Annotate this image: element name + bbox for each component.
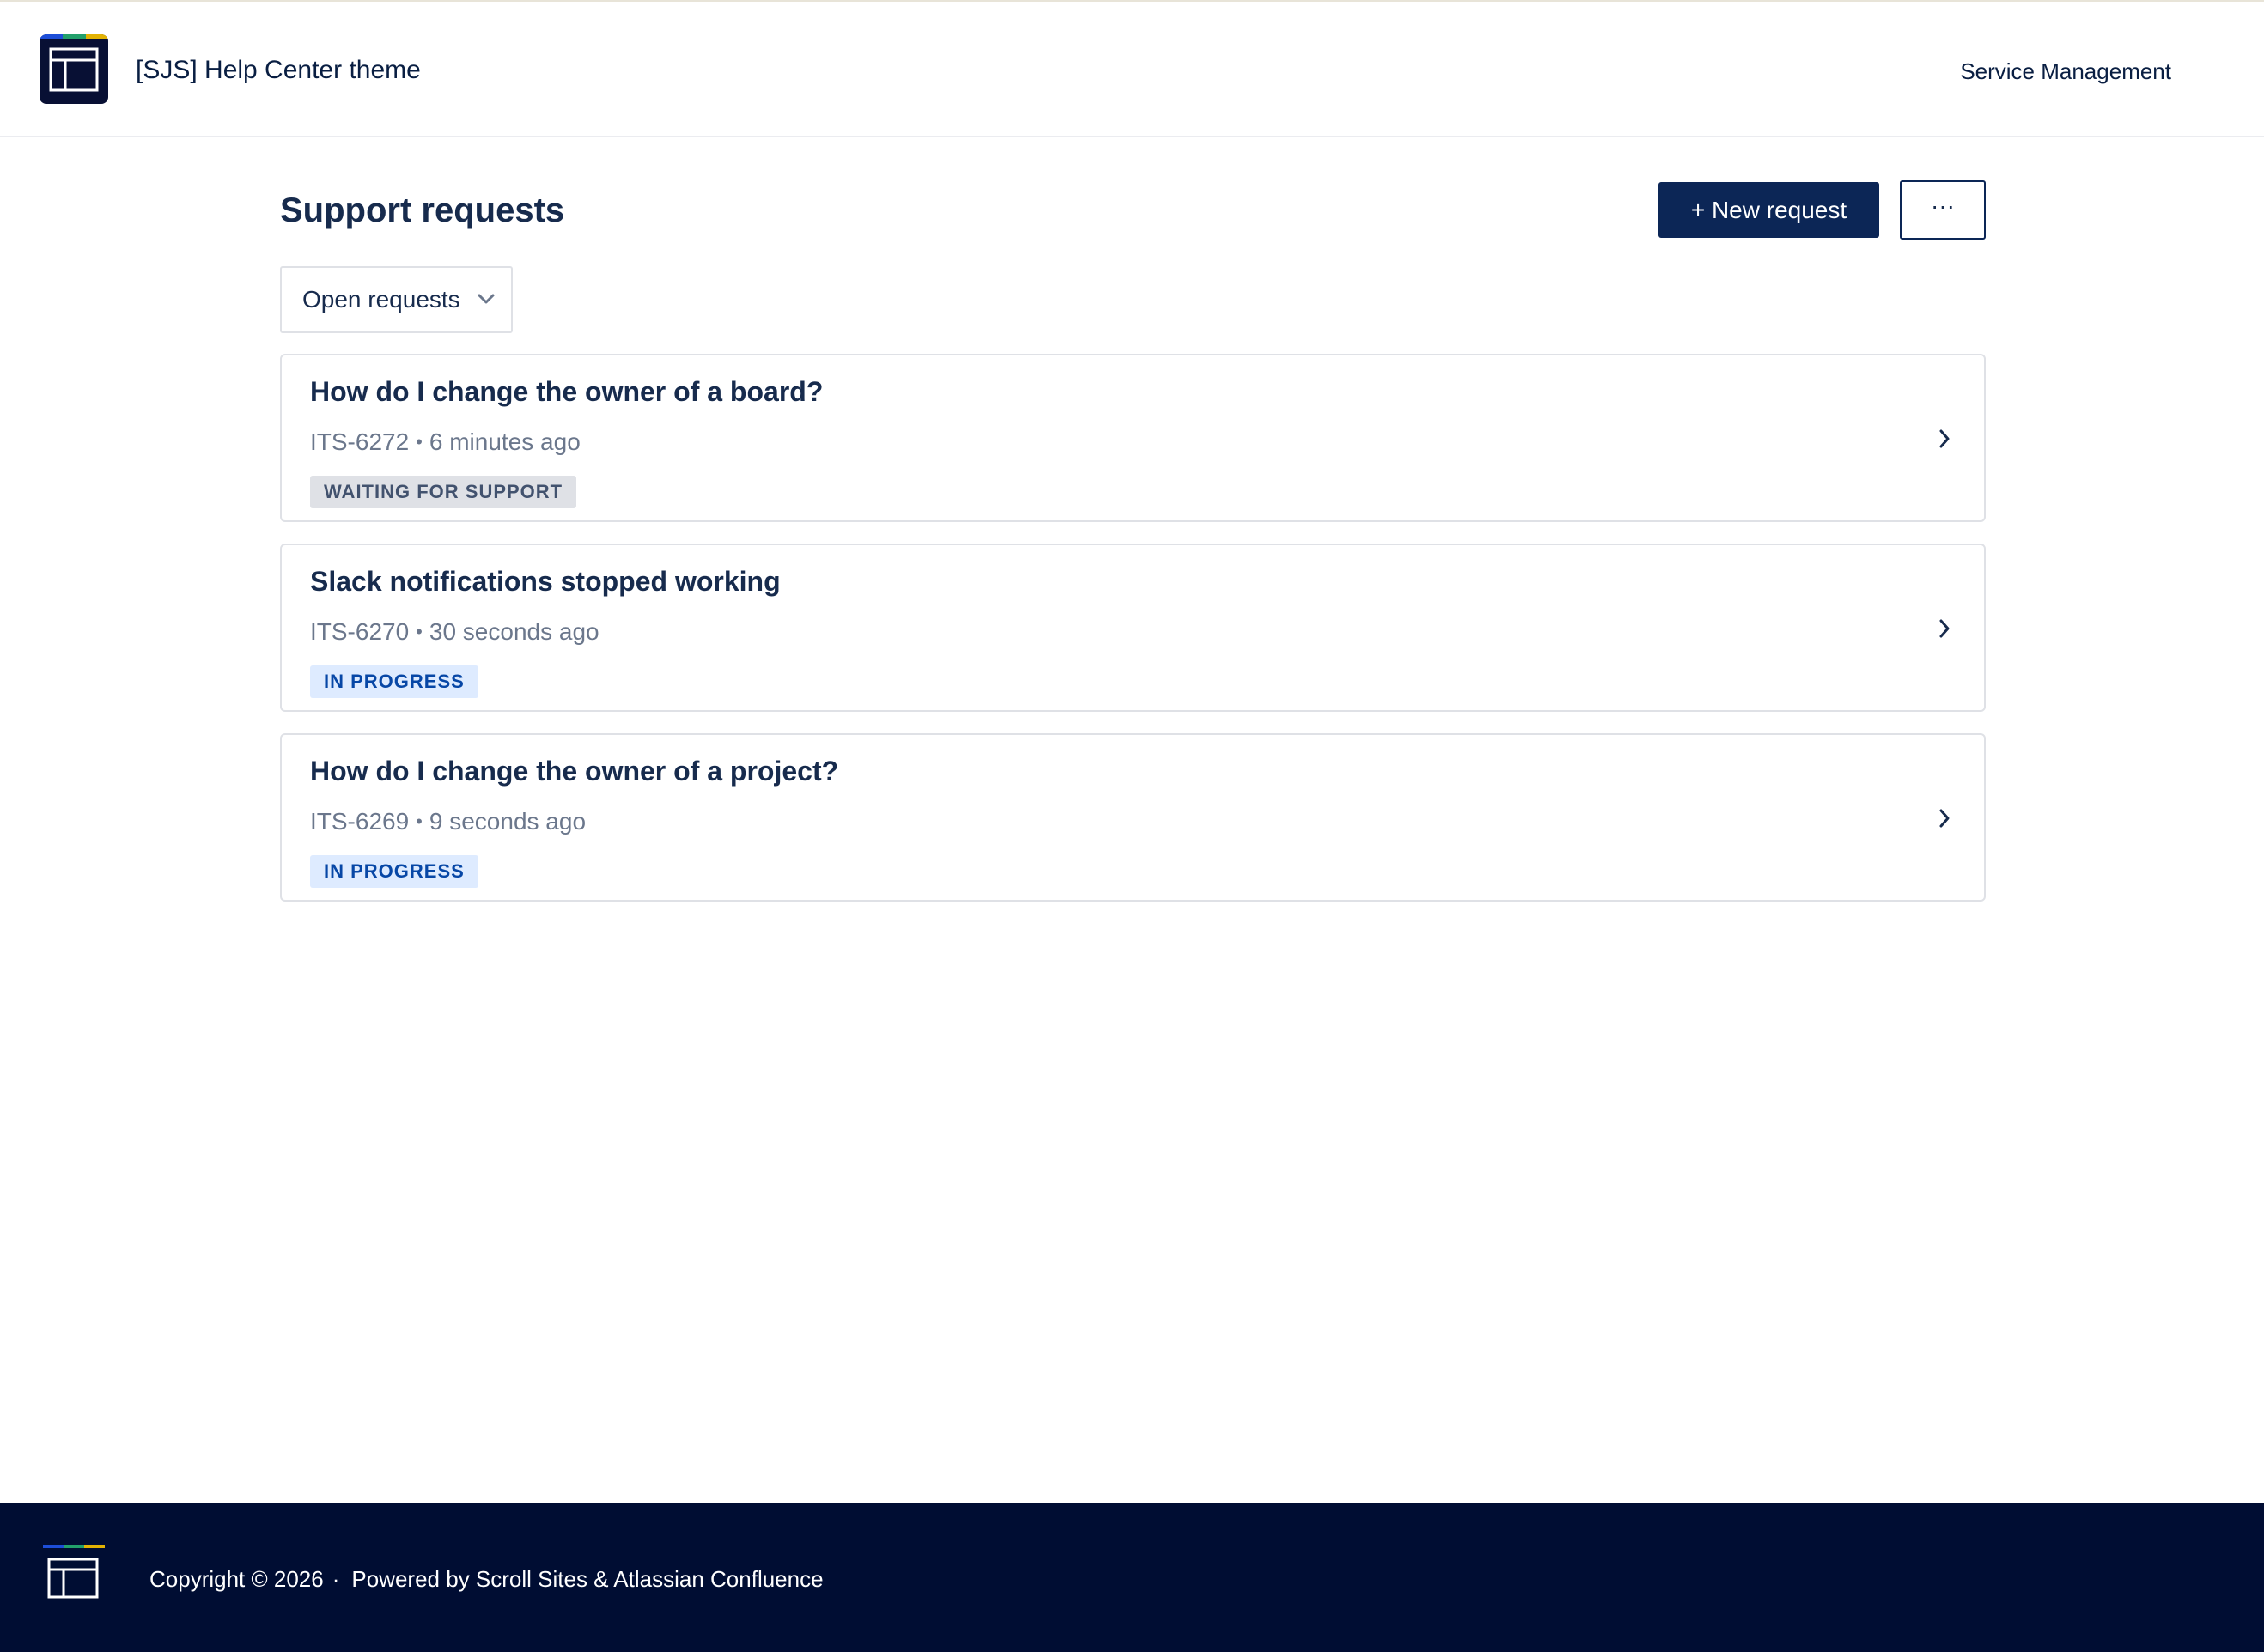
request-key: ITS-6270 [310, 618, 410, 645]
site-header: [SJS] Help Center theme Service Manageme… [0, 2, 2264, 137]
request-time: 6 minutes ago [429, 428, 581, 455]
request-filter-dropdown[interactable]: Open requests [280, 266, 513, 333]
request-meta: ITS-6269 • 9 seconds ago [310, 805, 586, 838]
page-title: Support requests [280, 191, 565, 229]
logo-stripe-yellow [84, 1545, 105, 1548]
request-meta: ITS-6272 • 6 minutes ago [310, 426, 581, 459]
copyright-text: Copyright © 2026 [149, 1566, 324, 1592]
request-key: ITS-6272 [310, 428, 410, 455]
request-title[interactable]: How do I change the owner of a board? [310, 373, 823, 410]
chevron-down-icon [478, 294, 495, 304]
layout-window-icon [47, 1558, 99, 1599]
logo-stripe-green [64, 1545, 84, 1548]
logo-stripe-green [63, 34, 86, 39]
request-key: ITS-6269 [310, 808, 410, 835]
chevron-right-icon [1939, 619, 1950, 638]
logo-stripe-blue [43, 1545, 64, 1548]
request-title[interactable]: Slack notifications stopped working [310, 562, 781, 600]
site-title[interactable]: [SJS] Help Center theme [136, 53, 421, 88]
meta-separator: • [416, 811, 423, 832]
request-time: 9 seconds ago [429, 808, 587, 835]
request-meta: ITS-6270 • 30 seconds ago [310, 616, 599, 648]
status-badge: IN PROGRESS [310, 855, 478, 888]
new-request-button[interactable]: + New request [1658, 182, 1879, 238]
footer-text: Copyright © 2026 · Powered by Scroll Sites… [149, 1564, 824, 1594]
request-card[interactable]: How do I change the owner of a project? … [280, 733, 1986, 902]
request-time: 30 seconds ago [429, 618, 599, 645]
site-footer: Copyright © 2026 · Powered by Scroll Sites… [0, 1503, 2264, 1652]
status-badge: WAITING FOR SUPPORT [310, 476, 577, 508]
site-logo[interactable] [40, 34, 108, 104]
more-actions-button[interactable]: ··· [1900, 180, 1986, 240]
chevron-right-icon [1939, 809, 1950, 828]
logo-stripe-blue [40, 34, 63, 39]
layout-window-icon [49, 47, 99, 92]
filter-selected-value: Open requests [302, 286, 460, 313]
meta-separator: • [416, 431, 423, 452]
chevron-right-icon [1939, 429, 1950, 448]
powered-by-link[interactable]: Powered by Scroll Sites & Atlassian Conf… [351, 1566, 823, 1592]
request-card[interactable]: How do I change the owner of a board? IT… [280, 354, 1986, 522]
nav-link-service-management[interactable]: Service Management [1960, 57, 2171, 86]
request-card[interactable]: Slack notifications stopped working ITS-… [280, 544, 1986, 712]
status-badge: IN PROGRESS [310, 665, 478, 698]
footer-separator: · [332, 1566, 340, 1592]
logo-stripe-yellow [86, 34, 108, 39]
meta-separator: • [416, 621, 423, 642]
request-title[interactable]: How do I change the owner of a project? [310, 752, 838, 790]
footer-logo[interactable] [43, 1545, 105, 1610]
